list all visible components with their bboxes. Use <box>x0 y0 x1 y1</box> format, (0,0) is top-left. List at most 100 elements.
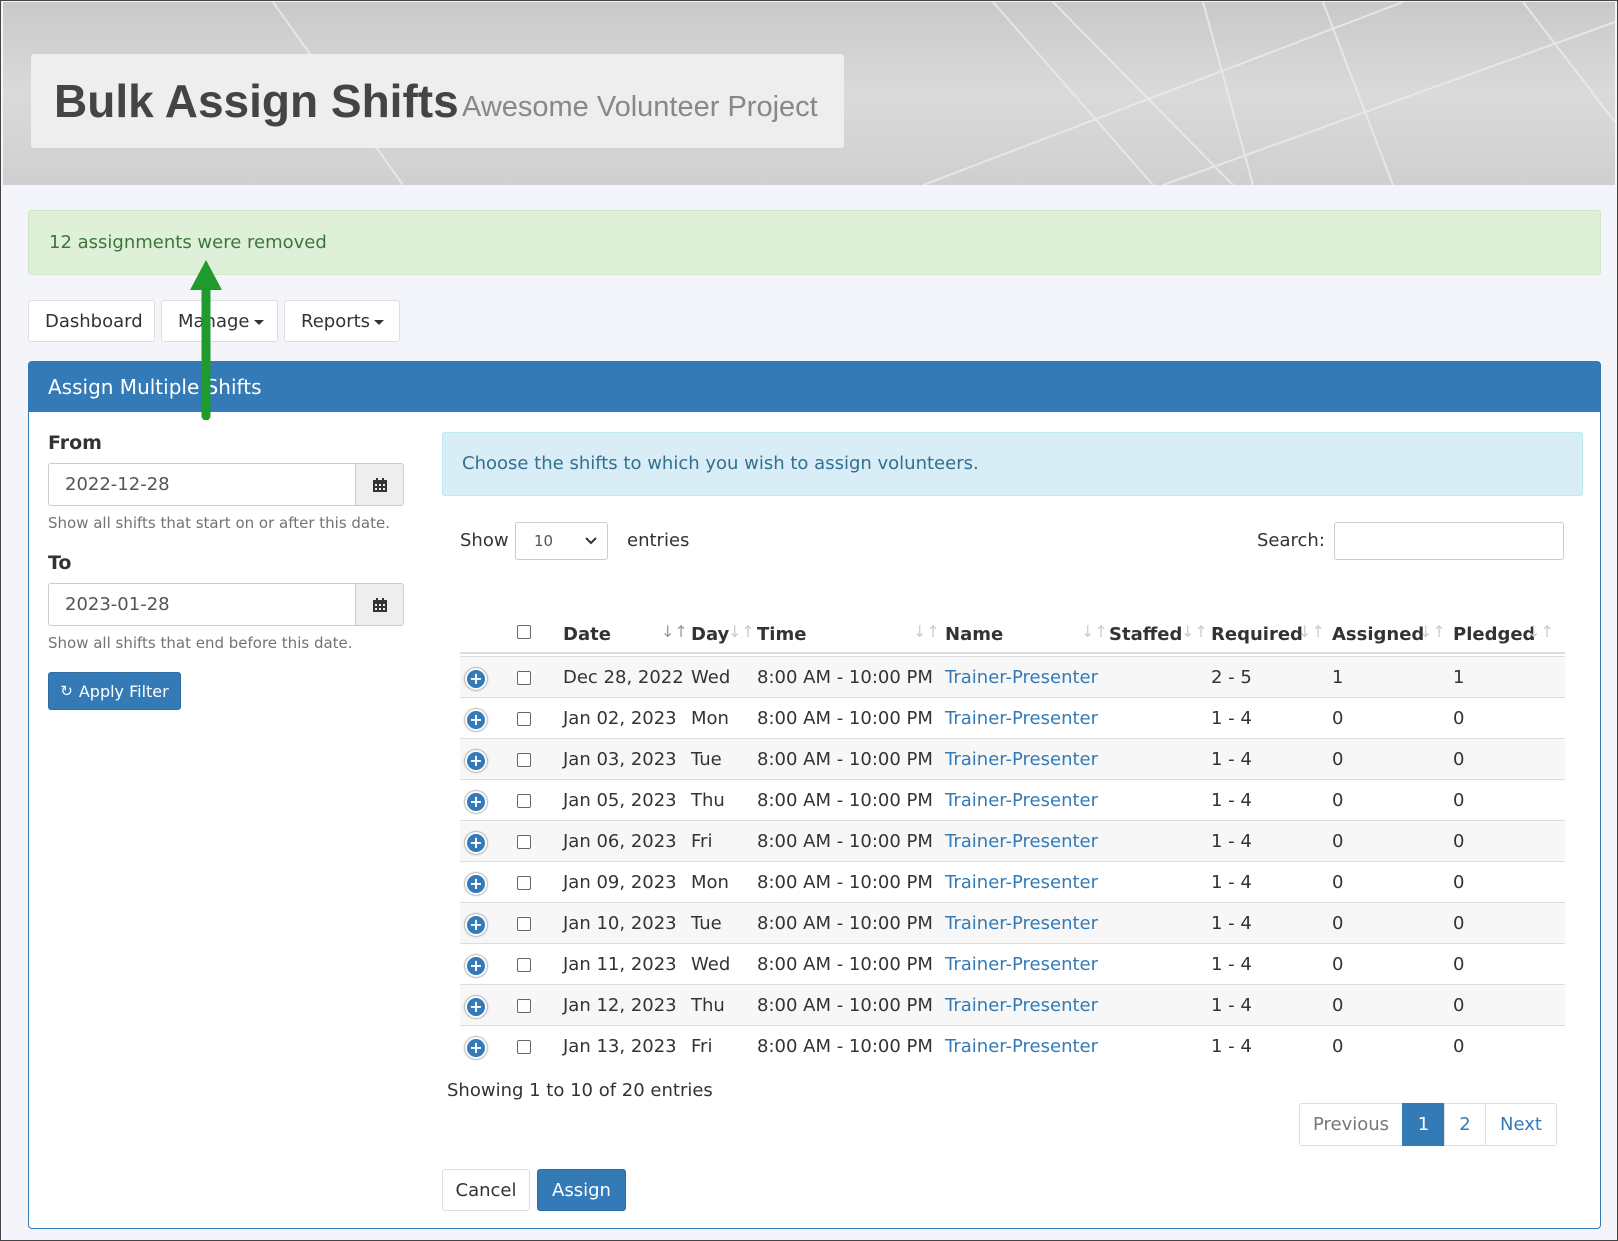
expand-plus-icon[interactable]: + <box>465 914 487 936</box>
row-checkbox[interactable] <box>517 917 531 931</box>
dashboard-button[interactable]: Dashboard <box>28 300 155 342</box>
arrow-up-annotation <box>190 260 222 420</box>
sort-asc-icon: ↓↑ <box>661 622 688 641</box>
previous-page-button[interactable]: Previous <box>1299 1103 1403 1146</box>
cell-time: 8:00 AM - 10:00 PM <box>757 831 933 852</box>
to-date-group: 2023-01-28 <box>48 583 404 626</box>
to-label: To <box>48 552 72 574</box>
cell-pledged: 0 <box>1453 1036 1465 1057</box>
expand-plus-icon[interactable]: + <box>465 791 487 813</box>
next-page-button[interactable]: Next <box>1485 1103 1557 1146</box>
cell-time: 8:00 AM - 10:00 PM <box>757 667 933 688</box>
expand-plus-icon[interactable]: + <box>465 750 487 772</box>
expand-plus-icon[interactable]: + <box>465 873 487 895</box>
cell-day: Fri <box>691 831 713 852</box>
row-checkbox[interactable] <box>517 835 531 849</box>
cell-day: Thu <box>691 995 725 1016</box>
table-row: + Jan 06, 2023 Fri 8:00 AM - 10:00 PM Traine… <box>460 820 1565 861</box>
from-date-input[interactable]: 2022-12-28 <box>48 463 356 506</box>
expand-plus-icon[interactable]: + <box>465 832 487 854</box>
expand-plus-icon[interactable]: + <box>465 709 487 731</box>
page-size-select[interactable]: 10 <box>515 522 608 560</box>
row-checkbox[interactable] <box>517 671 531 685</box>
entries-label: entries <box>627 530 690 551</box>
row-checkbox[interactable] <box>517 753 531 767</box>
sort-icon: ↓↑ <box>728 622 755 641</box>
cell-name[interactable]: Trainer-Presenter <box>945 667 1098 688</box>
sort-icon: ↓↑ <box>1298 622 1325 641</box>
info-text: Choose the shifts to which you wish to a… <box>462 453 979 474</box>
expand-plus-icon[interactable]: + <box>465 668 487 690</box>
to-calendar-button[interactable] <box>355 583 404 626</box>
row-checkbox[interactable] <box>517 958 531 972</box>
col-required[interactable]: Required <box>1211 624 1303 645</box>
cell-pledged: 0 <box>1453 954 1465 975</box>
cell-name[interactable]: Trainer-Presenter <box>945 708 1098 729</box>
cell-assigned: 0 <box>1332 995 1344 1016</box>
col-day[interactable]: Day <box>691 624 729 645</box>
expand-plus-icon[interactable]: + <box>465 955 487 977</box>
cell-date: Jan 11, 2023 <box>563 954 677 975</box>
cell-name[interactable]: Trainer-Presenter <box>945 831 1098 852</box>
select-all-checkbox[interactable] <box>517 625 531 639</box>
cell-time: 8:00 AM - 10:00 PM <box>757 708 933 729</box>
cell-assigned: 0 <box>1332 913 1344 934</box>
success-alert: 12 assignments were removed <box>28 210 1601 275</box>
table-row: + Jan 13, 2023 Fri 8:00 AM - 10:00 PM Traine… <box>460 1025 1565 1066</box>
from-label: From <box>48 432 102 454</box>
cell-pledged: 0 <box>1453 749 1465 770</box>
assign-panel: Assign Multiple Shifts From 2022-12-28 S… <box>28 361 1601 1229</box>
col-date[interactable]: Date <box>563 624 611 645</box>
cell-time: 8:00 AM - 10:00 PM <box>757 995 933 1016</box>
cell-time: 8:00 AM - 10:00 PM <box>757 1036 933 1057</box>
cell-name[interactable]: Trainer-Presenter <box>945 954 1098 975</box>
apply-filter-button[interactable]: ↻ Apply Filter <box>48 672 181 710</box>
col-assigned[interactable]: Assigned <box>1332 624 1424 645</box>
panel-heading: Assign Multiple Shifts <box>29 362 1600 412</box>
assign-button[interactable]: Assign <box>537 1169 626 1211</box>
cell-assigned: 0 <box>1332 831 1344 852</box>
reports-dropdown[interactable]: Reports <box>284 300 400 342</box>
col-staffed[interactable]: Staffed <box>1109 624 1182 645</box>
cell-pledged: 1 <box>1453 667 1465 688</box>
cell-name[interactable]: Trainer-Presenter <box>945 1036 1098 1057</box>
page-1-button[interactable]: 1 <box>1402 1103 1445 1146</box>
cell-name[interactable]: Trainer-Presenter <box>945 790 1098 811</box>
cell-assigned: 0 <box>1332 872 1344 893</box>
cell-name[interactable]: Trainer-Presenter <box>945 749 1098 770</box>
cell-date: Jan 12, 2023 <box>563 995 677 1016</box>
col-name[interactable]: Name <box>945 624 1003 645</box>
cell-date: Jan 05, 2023 <box>563 790 677 811</box>
to-date-input[interactable]: 2023-01-28 <box>48 583 356 626</box>
row-checkbox[interactable] <box>517 999 531 1013</box>
row-checkbox[interactable] <box>517 712 531 726</box>
from-calendar-button[interactable] <box>355 463 404 506</box>
expand-plus-icon[interactable]: + <box>465 996 487 1018</box>
cell-assigned: 1 <box>1332 667 1344 688</box>
cell-name[interactable]: Trainer-Presenter <box>945 872 1098 893</box>
col-pledged[interactable]: Pledged <box>1453 624 1535 645</box>
search-input[interactable] <box>1334 522 1564 560</box>
cell-day: Tue <box>691 749 722 770</box>
row-checkbox[interactable] <box>517 1040 531 1054</box>
row-checkbox[interactable] <box>517 876 531 890</box>
cell-assigned: 0 <box>1332 749 1344 770</box>
cell-pledged: 0 <box>1453 708 1465 729</box>
cell-required: 1 - 4 <box>1211 954 1252 975</box>
cell-name[interactable]: Trainer-Presenter <box>945 995 1098 1016</box>
calendar-icon <box>372 477 387 492</box>
cell-date: Dec 28, 2022 <box>563 667 684 688</box>
cancel-button[interactable]: Cancel <box>442 1169 530 1211</box>
page-2-button[interactable]: 2 <box>1444 1103 1486 1146</box>
caret-down-icon <box>253 319 264 325</box>
reports-label: Reports <box>301 311 371 332</box>
cell-day: Mon <box>691 872 729 893</box>
row-checkbox[interactable] <box>517 794 531 808</box>
expand-plus-icon[interactable]: + <box>465 1037 487 1059</box>
col-time[interactable]: Time <box>757 624 806 645</box>
table-row: + Dec 28, 2022 Wed 8:00 AM - 10:00 PM Traine… <box>460 656 1565 697</box>
cell-name[interactable]: Trainer-Presenter <box>945 913 1098 934</box>
info-message: Choose the shifts to which you wish to a… <box>442 432 1583 496</box>
table-row: + Jan 10, 2023 Tue 8:00 AM - 10:00 PM Traine… <box>460 902 1565 943</box>
cell-date: Jan 13, 2023 <box>563 1036 677 1057</box>
